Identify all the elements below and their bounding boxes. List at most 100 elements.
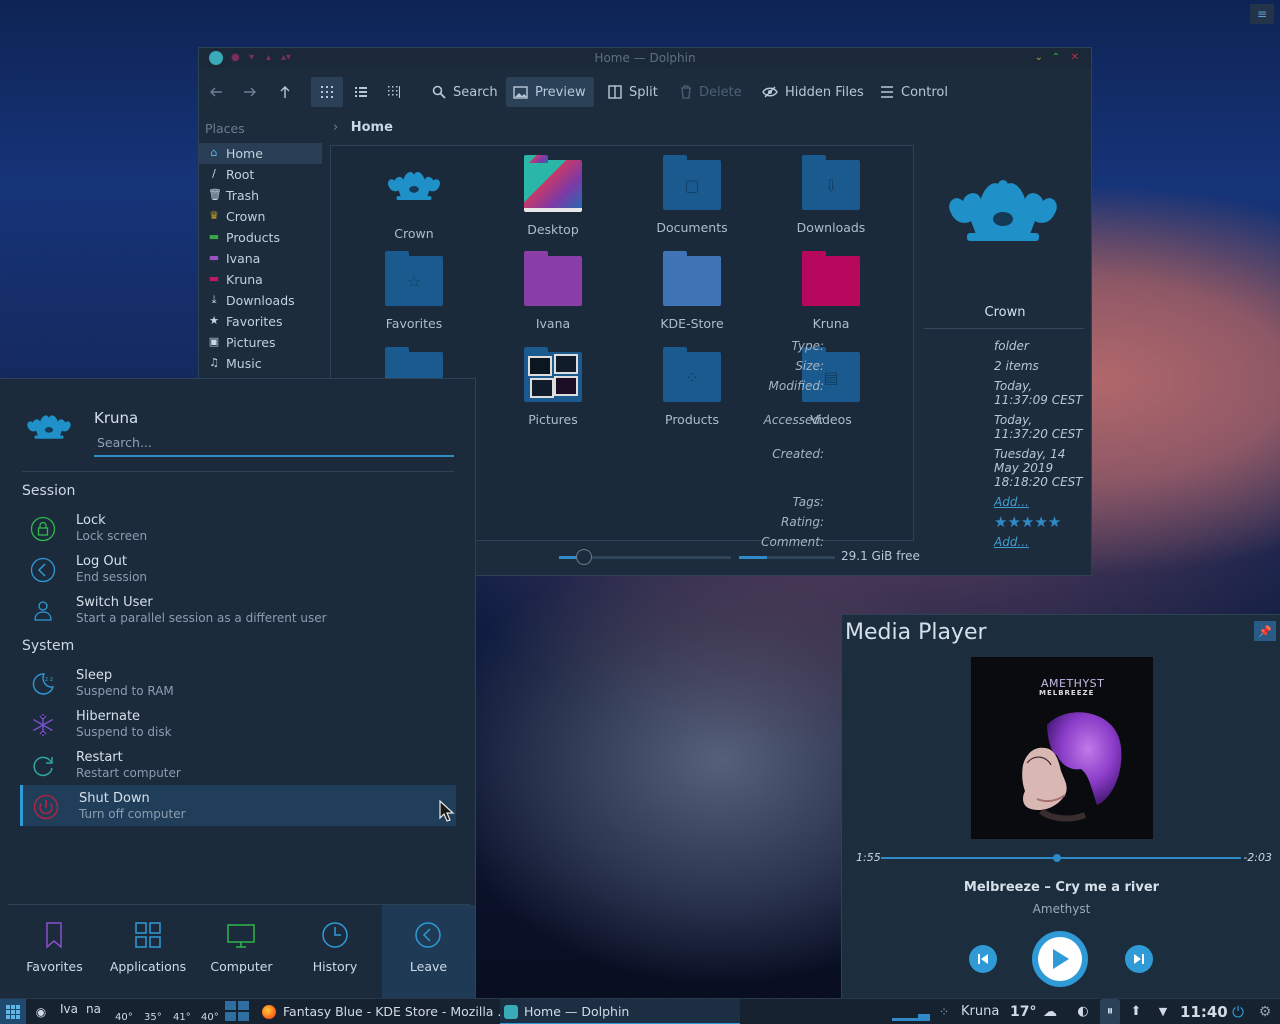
file-item[interactable]: ⁘ Products (632, 347, 752, 427)
zoom-slider[interactable] (559, 549, 731, 565)
delete-button[interactable]: Delete (680, 77, 742, 107)
zoom-slider-handle[interactable] (575, 549, 592, 565)
file-item[interactable]: Crown (354, 160, 474, 241)
tab-history[interactable]: History (289, 905, 382, 1000)
file-item-label: Ivana (535, 316, 571, 331)
file-item[interactable]: Pictures (493, 347, 613, 427)
night-color-icon[interactable]: ◐ (1074, 999, 1092, 1024)
sidebar-item-downloads[interactable]: ⤓ Downloads (199, 290, 327, 311)
close-icon[interactable]: ✕ (1071, 48, 1079, 68)
launcher-button[interactable] (0, 999, 26, 1024)
shade-icon[interactable]: ▴▾ (281, 48, 291, 68)
window-titlebar[interactable]: ● ▾ ▴ ▴▾ Home — Dolphin ⌄ ⌃ ✕ (199, 48, 1091, 68)
shut-down-action[interactable]: Shut Down Turn off computer (20, 785, 456, 826)
info-separator (924, 328, 1084, 329)
file-item[interactable]: Desktop (493, 155, 613, 237)
hidden-files-button[interactable]: Hidden Files (762, 77, 864, 107)
seek-slider[interactable] (881, 854, 1241, 862)
rating-stars[interactable]: ★★★★★ (994, 515, 1086, 530)
updates-icon[interactable]: ⬆ (1127, 999, 1145, 1024)
tab-computer[interactable]: Computer (195, 905, 288, 1000)
tab-leave[interactable]: Leave (382, 905, 475, 1000)
file-item[interactable]: ▢ Documents (632, 155, 752, 235)
hibernate-action[interactable]: Hibernate Suspend to disk (20, 703, 456, 744)
sidebar-item-ivana[interactable]: ▬ Ivana (199, 248, 327, 269)
details-view-icon[interactable] (387, 77, 407, 107)
activity-icon[interactable]: ⁘ (935, 999, 953, 1024)
sidebar-item-favorites[interactable]: ★ Favorites (199, 311, 327, 332)
switch-user-action[interactable]: Switch User Start a parallel session as a… (20, 589, 456, 630)
file-item[interactable]: Kruna (771, 251, 891, 331)
next-track-button[interactable] (1125, 945, 1153, 973)
file-item-label: Favorites (385, 316, 443, 331)
media-pause-icon[interactable]: ⏸ (1100, 999, 1120, 1024)
sidebar-item-music[interactable]: ♫ Music (199, 353, 327, 374)
sidebar-item-trash[interactable]: 🗑 Trash (199, 185, 327, 206)
previous-track-button[interactable] (969, 945, 997, 973)
cover-portrait-image (1022, 712, 1122, 822)
breadcrumb-home[interactable]: Home (351, 120, 393, 135)
breadcrumb[interactable]: › Home (333, 120, 393, 135)
preview-button[interactable]: Preview (506, 77, 594, 107)
cloud-icon[interactable]: ☁ (1040, 999, 1060, 1024)
pin-icon[interactable]: 📌 (1254, 621, 1276, 641)
home-icon: ⌂ (210, 146, 218, 159)
file-item[interactable]: ⇩ Downloads (771, 155, 891, 235)
control-button[interactable]: Control (880, 77, 948, 107)
tray-expand-icon[interactable]: ▼ (1154, 999, 1172, 1024)
pager-widget[interactable] (225, 1001, 251, 1022)
action-subtitle: End session (76, 570, 148, 584)
search-input[interactable]: Search... (94, 431, 454, 457)
keep-below-icon[interactable]: ▾ (249, 48, 254, 68)
eye-icon[interactable]: ◉ (32, 999, 50, 1024)
network-graph (892, 1013, 932, 1021)
forward-icon[interactable] (243, 77, 263, 107)
keep-above-icon[interactable]: ▴ (266, 48, 271, 68)
sidebar-item-root[interactable]: / Root (199, 164, 327, 185)
maximize-icon[interactable]: ⌃ (1052, 48, 1060, 68)
lock-action[interactable]: Lock Lock screen (20, 507, 456, 548)
tab-label: Leave (409, 959, 448, 974)
task-dolphin[interactable]: Home — Dolphin (500, 999, 740, 1024)
seek-handle[interactable] (1053, 854, 1062, 862)
desktop-toolbox-icon[interactable]: ≡ (1250, 4, 1274, 24)
crown-icon (387, 172, 441, 201)
play-button[interactable] (1032, 931, 1088, 987)
add-tags-link[interactable]: Add... (994, 495, 1086, 509)
add-comment-link[interactable]: Add... (994, 535, 1086, 549)
window-menu-dot-icon[interactable]: ● (231, 48, 240, 68)
restart-action[interactable]: Restart Restart computer (20, 744, 456, 785)
minimize-icon[interactable]: ⌄ (1035, 48, 1043, 68)
task-firefox[interactable]: Fantasy Blue - KDE Store - Mozilla ... (258, 999, 509, 1024)
tab-favorites[interactable]: Favorites (8, 905, 101, 1000)
launcher-tabs: Favorites Applications Computer History Leav… (8, 904, 475, 1000)
file-item[interactable]: ☆ Favorites (354, 251, 474, 331)
log-out-action[interactable]: Log Out End session (20, 548, 456, 589)
sidebar-item-kruna[interactable]: ▬ Kruna (199, 269, 327, 290)
file-item-label: Pictures (528, 412, 578, 427)
icons-view-button[interactable] (311, 77, 343, 107)
svg-text:z z: z z (45, 676, 53, 683)
tab-applications[interactable]: Applications (102, 905, 195, 1000)
sidebar-item-pictures[interactable]: ▣ Pictures (199, 332, 327, 353)
search-icon (432, 85, 446, 99)
sidebar-item-crown[interactable]: ♛ Crown (199, 206, 327, 227)
power-icon[interactable]: ⏻ (1229, 999, 1247, 1024)
sidebar-item-home[interactable]: ⌂ Home (199, 143, 322, 164)
hidden-eye-icon (762, 86, 778, 98)
up-icon[interactable] (278, 77, 298, 107)
file-item[interactable]: Ivana (493, 251, 613, 331)
compact-view-icon[interactable] (354, 77, 374, 107)
sidebar-item-label: Ivana (226, 251, 261, 266)
sleep-action[interactable]: z z Sleep Suspend to RAM (20, 662, 456, 703)
split-button[interactable]: Split (608, 77, 658, 107)
file-item-label: Products (665, 412, 719, 427)
back-icon[interactable] (209, 77, 229, 107)
search-button[interactable]: Search (432, 77, 498, 107)
window-title: Home — Dolphin (594, 51, 696, 65)
file-item[interactable]: KDE-Store (632, 251, 752, 331)
clock[interactable]: 11:40 (1180, 999, 1228, 1024)
bookmark-icon (39, 920, 69, 950)
settings-gear-icon[interactable]: ⚙ (1256, 999, 1274, 1024)
sidebar-item-products[interactable]: ▬ Products (199, 227, 327, 248)
